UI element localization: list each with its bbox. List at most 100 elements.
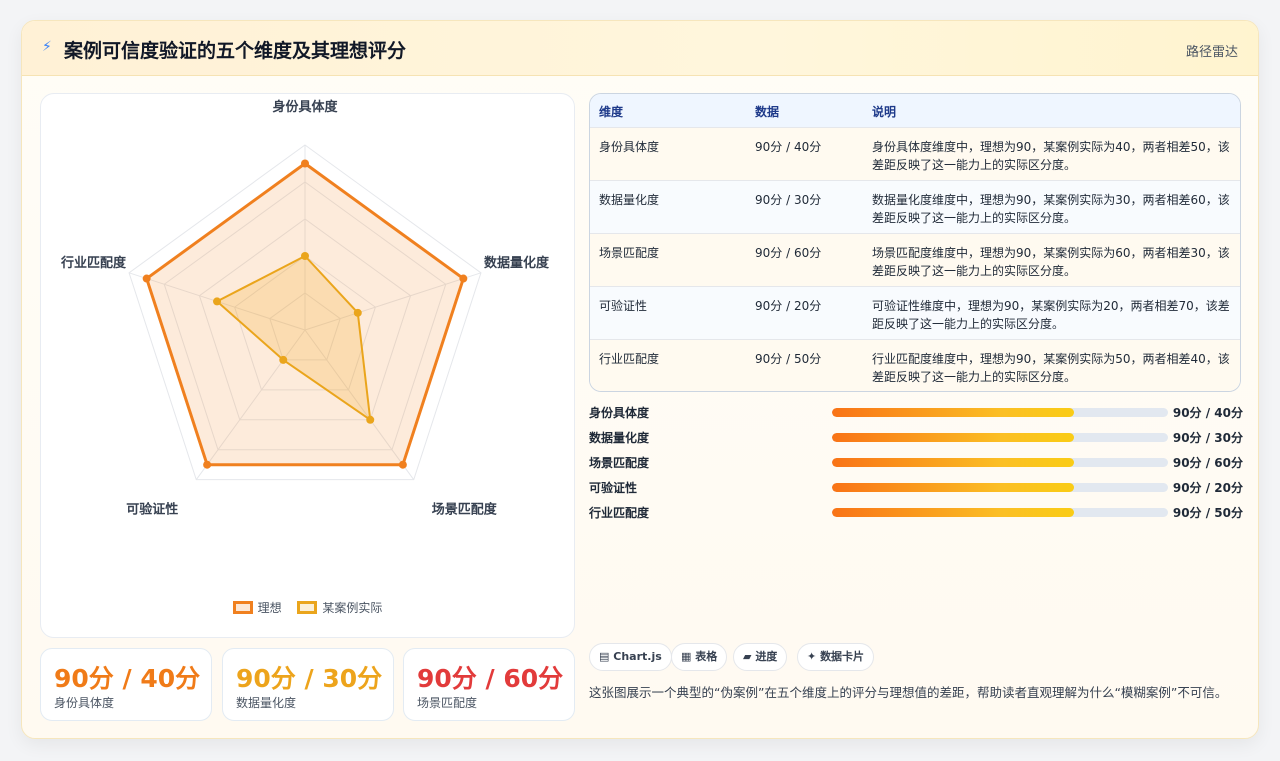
progress-fill: [832, 408, 1074, 417]
legend-swatch-actual: [297, 601, 318, 614]
header-tag: 路径雷达: [1185, 45, 1238, 60]
table-cell-note: 数据量化度维度中，理想为90，某案例实际为30，两者相差60，该差距反映了这一能…: [872, 193, 1230, 225]
progress-track: [832, 433, 1168, 442]
progress-label: 场景匹配度: [589, 456, 650, 470]
progress-track: [832, 408, 1168, 417]
table-cell-dimension: 身份具体度: [599, 140, 660, 154]
chart-legend: 理想 某案例实际: [41, 599, 574, 617]
progress-row: 可验证性 90分 / 20分: [589, 477, 1243, 497]
radar-chart: 身份具体度数据量化度场景匹配度 可验证性 行业匹配度: [60, 99, 550, 518]
radar-point: [142, 274, 151, 283]
main-card: ⚡︎ 案例可信度验证的五个维度及其理想评分 路径雷达 身份具体度 数据量化度 场景匹…: [21, 20, 1259, 739]
chip-label: 进度: [755, 650, 778, 663]
progress-value: 90分 / 60分: [1172, 456, 1243, 470]
table-cell-note: 场景匹配度维度中，理想为90，某案例实际为60，两者相差30，该差距反映了这一能…: [872, 246, 1230, 278]
table-cell-dimension: 行业匹配度: [599, 352, 660, 366]
radar-point: [353, 308, 362, 317]
stat-label: 身份具体度: [54, 696, 115, 710]
radar-point: [366, 415, 375, 424]
chip-label: 数据卡片: [820, 650, 865, 663]
legend-item-actual[interactable]: 某案例实际: [297, 599, 382, 616]
table-icon: ▦: [681, 650, 692, 663]
table-header-dimension: 维度: [599, 105, 624, 119]
progress-track: [832, 483, 1168, 492]
table-cell-dimension: 数据量化度: [599, 193, 660, 207]
table-cell-dimension: 可验证性: [599, 299, 648, 313]
stat-value: 90分 / 30分: [236, 664, 383, 693]
table-row: 身份具体度 90分 / 40分 身份具体度维度中，理想为90，某案例实际为40，…: [590, 127, 1240, 180]
radar-axis-label: 场景匹配度: [432, 502, 498, 518]
radar-panel: 身份具体度数据量化度场景匹配度 可验证性 行业匹配度 理想 某案例实际: [40, 93, 575, 638]
chip-chartjs[interactable]: ▤ Chart.js: [589, 643, 672, 671]
table-header-data: 数据: [755, 105, 780, 119]
table-header: 维度 数据 说明: [590, 94, 1240, 127]
legend-label-ideal: 理想: [257, 601, 282, 615]
table-row: 可验证性 90分 / 20分 可验证性维度中，理想为90，某案例实际为20，两者…: [590, 286, 1240, 339]
legend-swatch-ideal: [232, 601, 253, 614]
progress-value: 90分 / 40分: [1172, 406, 1243, 420]
radar-axis-label: 可验证性: [126, 502, 178, 518]
table-row: 行业匹配度 90分 / 50分 行业匹配度维度中，理想为90，某案例实际为50，…: [590, 339, 1240, 391]
sparkle-icon: ✦: [807, 650, 817, 663]
chart-icon: ▤: [599, 650, 610, 663]
progress-row: 数据量化度 90分 / 30分: [589, 427, 1243, 447]
stat-label: 数据量化度: [236, 696, 297, 710]
progress-value: 90分 / 20分: [1172, 481, 1243, 495]
radar-point: [398, 460, 407, 469]
radar-point: [301, 252, 309, 260]
progress-fill: [832, 483, 1074, 492]
page-title: 案例可信度验证的五个维度及其理想评分: [64, 40, 407, 62]
progress-value: 90分 / 50分: [1172, 506, 1243, 520]
radar-point: [203, 460, 212, 469]
progress-row: 行业匹配度 90分 / 50分: [589, 502, 1243, 522]
legend-label-actual: 某案例实际: [322, 601, 383, 615]
radar-axis-label: 行业匹配度: [60, 255, 127, 271]
progress-label: 身份具体度: [589, 406, 650, 420]
stat-card-quantification: 90分 / 30分 数据量化度: [222, 648, 394, 721]
table-cell-note: 可验证性维度中，理想为90，某案例实际为20，两者相差70，该差距反映了这一能力…: [872, 299, 1230, 331]
chip-data-card[interactable]: ✦ 数据卡片: [797, 643, 875, 671]
radar-axis-label: 数据量化度: [484, 255, 550, 271]
table-cell-data: 90分 / 50分: [755, 352, 822, 366]
chip-label: 表格: [695, 650, 718, 663]
table-cell-data: 90分 / 40分: [755, 140, 822, 154]
table-row: 数据量化度 90分 / 30分 数据量化度维度中，理想为90，某案例实际为30，…: [590, 180, 1240, 233]
radar-point: [301, 159, 309, 168]
progress-label: 可验证性: [589, 481, 638, 495]
radar-point: [279, 355, 288, 364]
radar-axis-label: 身份具体度: [272, 99, 338, 115]
progress-label: 行业匹配度: [589, 506, 650, 520]
chip-progress[interactable]: ▰ 进度: [733, 643, 788, 671]
progress-track: [832, 458, 1168, 467]
progress-label: 数据量化度: [589, 431, 650, 445]
stat-card-identity: 90分 / 40分 身份具体度: [40, 648, 212, 721]
progress-row: 场景匹配度 90分 / 60分: [589, 452, 1243, 472]
table-row: 场景匹配度 90分 / 60分 场景匹配度维度中，理想为90，某案例实际为60，…: [590, 233, 1240, 286]
progress-track: [832, 508, 1168, 517]
table-cell-data: 90分 / 20分: [755, 299, 822, 313]
stat-label: 场景匹配度: [417, 696, 478, 710]
progress-fill: [832, 433, 1074, 442]
data-table: 维度 数据 说明 身份具体度 90分 / 40分 身份具体度维度中，理想为90，…: [589, 93, 1241, 392]
table-cell-note: 身份具体度维度中，理想为90，某案例实际为40，两者相差50，该差距反映了这一能…: [872, 140, 1230, 172]
header: ⚡︎ 案例可信度验证的五个维度及其理想评分 路径雷达: [22, 21, 1258, 76]
progress-fill: [832, 508, 1074, 517]
radar-point: [213, 297, 222, 306]
stat-card-scenario: 90分 / 60分 场景匹配度: [403, 648, 575, 721]
chip-label: Chart.js: [613, 650, 662, 663]
chart-description: 这张图展示一个典型的“伪案例”在五个维度上的评分与理想值的差距，帮助读者直观理解…: [589, 685, 1228, 700]
table-cell-note: 行业匹配度维度中，理想为90，某案例实际为50，两者相差40，该差距反映了这一能…: [872, 352, 1230, 384]
table-cell-data: 90分 / 30分: [755, 193, 822, 207]
stat-value: 90分 / 60分: [417, 664, 564, 693]
progress-row: 身份具体度 90分 / 40分: [589, 402, 1243, 422]
legend-item-ideal[interactable]: 理想: [232, 599, 282, 616]
progress-value: 90分 / 30分: [1172, 431, 1243, 445]
progress-icon: ▰: [743, 650, 752, 663]
lightning-icon: ⚡︎: [42, 39, 52, 55]
table-cell-data: 90分 / 60分: [755, 246, 822, 260]
table-cell-dimension: 场景匹配度: [599, 246, 660, 260]
stat-value: 90分 / 40分: [54, 664, 201, 693]
table-header-note: 说明: [872, 105, 897, 119]
chip-table[interactable]: ▦ 表格: [671, 643, 728, 671]
progress-fill: [832, 458, 1074, 467]
